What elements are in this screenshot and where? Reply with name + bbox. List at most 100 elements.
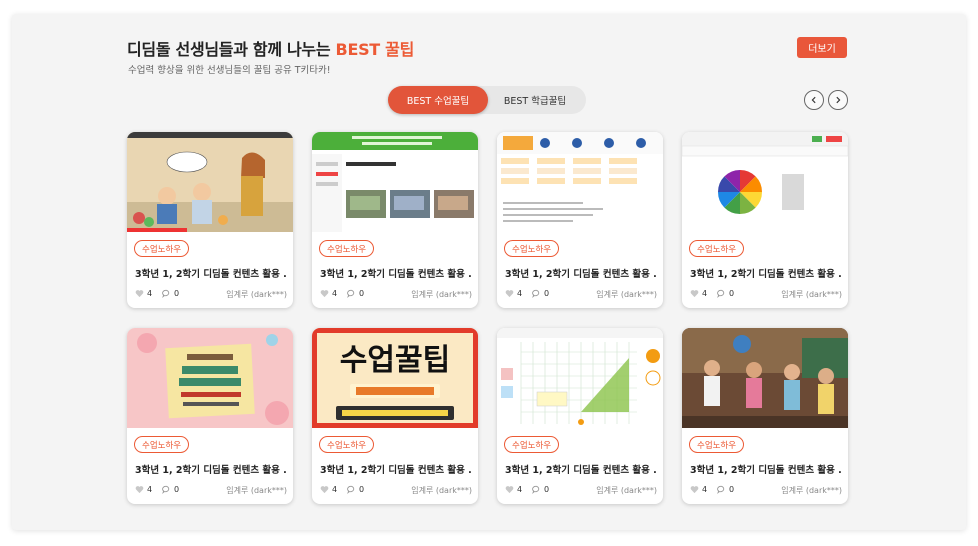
- comment-icon: [717, 485, 725, 494]
- like-number: 4: [517, 289, 523, 298]
- heart-icon: [690, 290, 699, 298]
- card-title[interactable]: 3학년 1, 2학기 디딤돌 컨텐츠 활용 ...: [690, 266, 842, 280]
- comment-count: 0: [347, 485, 364, 494]
- card-meta: 4 0 임계루 (dark***): [690, 289, 842, 301]
- card-thumbnail: [312, 132, 478, 232]
- best-tips-panel: 디딤돌 선생님들과 함께 나누는 BEST 꿀팁 수업력 향상을 위한 선생님들…: [12, 14, 966, 530]
- author-name: 임계루 (dark***): [226, 290, 287, 299]
- like-number: 4: [147, 485, 153, 494]
- prev-button[interactable]: [804, 90, 824, 110]
- like-count[interactable]: 4: [690, 485, 707, 494]
- author-name: 임계루 (dark***): [596, 486, 657, 495]
- category-tag: 수업노하우: [134, 240, 190, 257]
- tip-card[interactable]: 수업노하우 3학년 1, 2학기 디딤돌 컨텐츠 활용 ... 4 0 임계루 …: [497, 328, 663, 504]
- comment-number: 0: [729, 289, 735, 298]
- card-title[interactable]: 3학년 1, 2학기 디딤돌 컨텐츠 활용 ...: [135, 266, 287, 280]
- comment-number: 0: [174, 289, 180, 298]
- like-number: 4: [517, 485, 523, 494]
- heart-icon: [505, 486, 514, 494]
- card-meta: 4 0 임계루 (dark***): [505, 289, 657, 301]
- card-thumbnail: [127, 132, 293, 232]
- card-thumbnail: [682, 132, 848, 232]
- comment-count: 0: [717, 289, 734, 298]
- tab-best-lesson-tips[interactable]: BEST 수업꿀팁: [388, 86, 488, 114]
- comment-icon: [717, 289, 725, 298]
- comment-count: 0: [532, 289, 549, 298]
- heart-icon: [690, 486, 699, 494]
- chevron-right-icon: [836, 96, 841, 104]
- card-meta: 4 0 임계루 (dark***): [505, 485, 657, 497]
- tip-card[interactable]: 수업노하우 3학년 1, 2학기 디딤돌 컨텐츠 활용 ... 4 0 임계루 …: [127, 132, 293, 308]
- tip-card[interactable]: 수업꿀팁 수업노하우 3학년 1, 2학기 디딤돌 컨텐츠 활용 ... 4 0…: [312, 328, 478, 504]
- author-name: 임계루 (dark***): [411, 290, 472, 299]
- like-count[interactable]: 4: [320, 289, 337, 298]
- card-title[interactable]: 3학년 1, 2학기 디딤돌 컨텐츠 활용 ...: [135, 462, 287, 476]
- tab-best-class-tips[interactable]: BEST 학급꿀팁: [488, 86, 582, 114]
- section-title: 디딤돌 선생님들과 함께 나누는 BEST 꿀팁: [127, 36, 414, 60]
- author-name: 임계루 (dark***): [411, 486, 472, 495]
- more-button[interactable]: 더보기: [797, 37, 847, 58]
- like-count[interactable]: 4: [505, 485, 522, 494]
- card-title[interactable]: 3학년 1, 2학기 디딤돌 컨텐츠 활용 ...: [505, 266, 657, 280]
- title-text: 디딤돌 선생님들과 함께 나누는: [127, 40, 336, 59]
- tip-card[interactable]: 수업노하우 3학년 1, 2학기 디딤돌 컨텐츠 활용 ... 4 0 임계루 …: [682, 132, 848, 308]
- heart-icon: [505, 290, 514, 298]
- card-meta: 4 0 임계루 (dark***): [135, 289, 287, 301]
- card-meta: 4 0 임계루 (dark***): [320, 289, 472, 301]
- thumb-headline: 수업꿀팁: [340, 343, 450, 378]
- card-meta: 4 0 임계루 (dark***): [135, 485, 287, 497]
- card-title[interactable]: 3학년 1, 2학기 디딤돌 컨텐츠 활용 ...: [320, 462, 472, 476]
- heart-icon: [320, 290, 329, 298]
- author-name: 임계루 (dark***): [781, 486, 842, 495]
- comment-count: 0: [162, 289, 179, 298]
- section-subtitle: 수업력 향상을 위한 선생님들의 꿀팁 공유 T키타카!: [128, 65, 331, 76]
- tip-card[interactable]: 수업노하우 3학년 1, 2학기 디딤돌 컨텐츠 활용 ... 4 0 임계루 …: [127, 328, 293, 504]
- comment-number: 0: [359, 485, 365, 494]
- category-tag: 수업노하우: [689, 240, 745, 257]
- like-count[interactable]: 4: [135, 289, 152, 298]
- like-number: 4: [702, 289, 708, 298]
- comment-count: 0: [347, 289, 364, 298]
- like-count[interactable]: 4: [505, 289, 522, 298]
- card-title[interactable]: 3학년 1, 2학기 디딤돌 컨텐츠 활용 ...: [690, 462, 842, 476]
- author-name: 임계루 (dark***): [226, 486, 287, 495]
- comment-icon: [162, 485, 170, 494]
- comment-number: 0: [359, 289, 365, 298]
- like-count[interactable]: 4: [135, 485, 152, 494]
- card-thumbnail: [127, 328, 293, 428]
- like-count[interactable]: 4: [320, 485, 337, 494]
- comment-icon: [532, 289, 540, 298]
- comment-icon: [347, 485, 355, 494]
- chevron-left-icon: [811, 96, 816, 104]
- tip-card[interactable]: 수업노하우 3학년 1, 2학기 디딤돌 컨텐츠 활용 ... 4 0 임계루 …: [312, 132, 478, 308]
- comment-number: 0: [544, 485, 550, 494]
- comment-number: 0: [729, 485, 735, 494]
- card-meta: 4 0 임계루 (dark***): [320, 485, 472, 497]
- card-thumbnail: [497, 132, 663, 232]
- card-title[interactable]: 3학년 1, 2학기 디딤돌 컨텐츠 활용 ...: [505, 462, 657, 476]
- title-accent: BEST 꿀팁: [335, 40, 415, 59]
- tab-bar: BEST 수업꿀팁 BEST 학급꿀팁: [388, 86, 586, 114]
- card-title[interactable]: 3학년 1, 2학기 디딤돌 컨텐츠 활용 ...: [320, 266, 472, 280]
- heart-icon: [135, 290, 144, 298]
- like-number: 4: [332, 289, 338, 298]
- like-count[interactable]: 4: [690, 289, 707, 298]
- category-tag: 수업노하우: [319, 240, 375, 257]
- like-number: 4: [702, 485, 708, 494]
- card-thumbnail: [682, 328, 848, 428]
- category-tag: 수업노하우: [134, 436, 190, 453]
- comment-icon: [347, 289, 355, 298]
- comment-number: 0: [544, 289, 550, 298]
- comment-count: 0: [532, 485, 549, 494]
- category-tag: 수업노하우: [319, 436, 375, 453]
- author-name: 임계루 (dark***): [781, 290, 842, 299]
- comment-count: 0: [162, 485, 179, 494]
- tip-card[interactable]: 수업노하우 3학년 1, 2학기 디딤돌 컨텐츠 활용 ... 4 0 임계루 …: [497, 132, 663, 308]
- category-tag: 수업노하우: [504, 240, 560, 257]
- category-tag: 수업노하우: [504, 436, 560, 453]
- like-number: 4: [332, 485, 338, 494]
- next-button[interactable]: [828, 90, 848, 110]
- comment-number: 0: [174, 485, 180, 494]
- comment-icon: [532, 485, 540, 494]
- tip-card[interactable]: 수업노하우 3학년 1, 2학기 디딤돌 컨텐츠 활용 ... 4 0 임계루 …: [682, 328, 848, 504]
